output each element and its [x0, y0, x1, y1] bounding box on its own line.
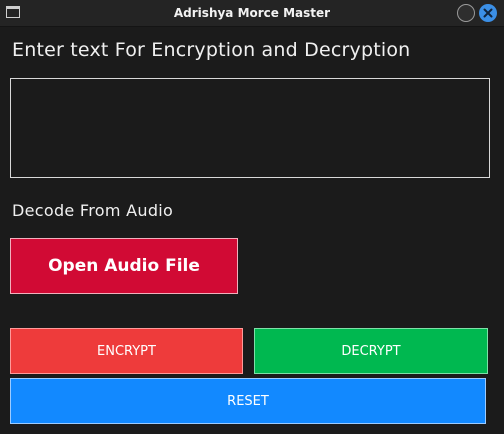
encrypt-button[interactable]: ENCRYPT	[10, 328, 243, 374]
app-window: Adrishya Morce Master Enter text For Enc…	[0, 0, 504, 434]
window-title: Adrishya Morce Master	[173, 6, 331, 20]
reset-button[interactable]: RESET	[10, 378, 486, 424]
close-icon	[483, 8, 493, 18]
title-bar[interactable]: Adrishya Morce Master	[0, 0, 504, 27]
open-audio-file-button[interactable]: Open Audio File	[10, 238, 238, 294]
decrypt-button[interactable]: DECRYPT	[254, 328, 488, 374]
text-input-area[interactable]	[10, 78, 490, 178]
minimize-button[interactable]	[457, 4, 475, 22]
close-button[interactable]	[479, 4, 497, 22]
page-heading: Enter text For Encryption and Decryption	[12, 39, 411, 61]
audio-section-label: Decode From Audio	[12, 201, 174, 220]
